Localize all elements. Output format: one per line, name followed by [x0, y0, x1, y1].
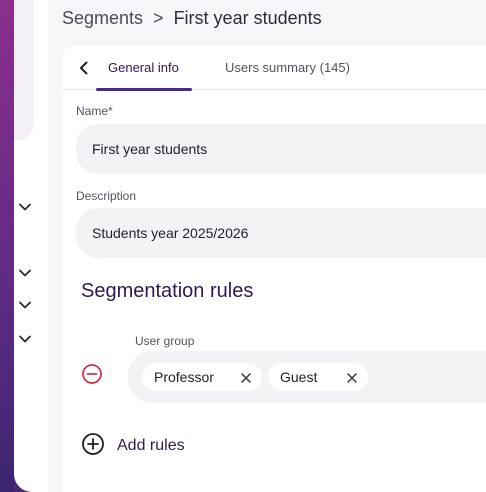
sidebar — [14, 0, 48, 492]
breadcrumb-current: First year students — [173, 7, 322, 28]
tab-bar: General info Users summary (145) — [62, 46, 486, 91]
name-label: Name* — [76, 104, 113, 118]
user-group-select[interactable]: Professor Guest — [128, 351, 486, 403]
chevron-down-icon[interactable] — [18, 332, 32, 346]
tab-users-summary[interactable]: Users summary (145) — [225, 60, 350, 75]
name-value: First year students — [92, 141, 208, 157]
description-field[interactable]: Students year 2025/2026 — [76, 208, 486, 258]
breadcrumb-segments[interactable]: Segments — [62, 8, 143, 29]
description-label: Description — [76, 189, 137, 203]
minus-circle-icon[interactable] — [81, 363, 103, 385]
segment-card: General info Users summary (145) Name* F… — [62, 46, 486, 492]
chevron-down-icon[interactable] — [18, 266, 32, 280]
breadcrumb: Segments > First year students — [62, 6, 322, 30]
segmentation-rules-title: Segmentation rules — [81, 280, 254, 302]
app-window: Segments > First year students General i… — [0, 0, 486, 492]
chip-label: Guest — [280, 369, 318, 385]
background-edge — [0, 0, 14, 492]
add-rules-button[interactable]: Add rules — [81, 432, 185, 461]
tab-general-info[interactable]: General info — [108, 60, 179, 75]
chevron-left-icon[interactable] — [76, 60, 92, 76]
active-tab-indicator — [96, 88, 192, 91]
add-rules-label: Add rules — [117, 437, 185, 454]
chip-professor: Professor — [142, 363, 262, 391]
plus-circle-icon — [81, 432, 105, 461]
name-field[interactable]: First year students — [76, 124, 486, 174]
chip-label: Professor — [154, 369, 214, 385]
chevron-down-icon[interactable] — [18, 200, 32, 214]
sidebar-header — [14, 0, 34, 140]
chip-guest: Guest — [268, 363, 368, 391]
user-group-label: User group — [135, 334, 195, 348]
chevron-down-icon[interactable] — [18, 298, 32, 312]
description-value: Students year 2025/2026 — [92, 225, 249, 241]
breadcrumb-separator: > — [153, 7, 164, 28]
close-icon[interactable] — [240, 371, 252, 383]
close-icon[interactable] — [346, 371, 358, 383]
